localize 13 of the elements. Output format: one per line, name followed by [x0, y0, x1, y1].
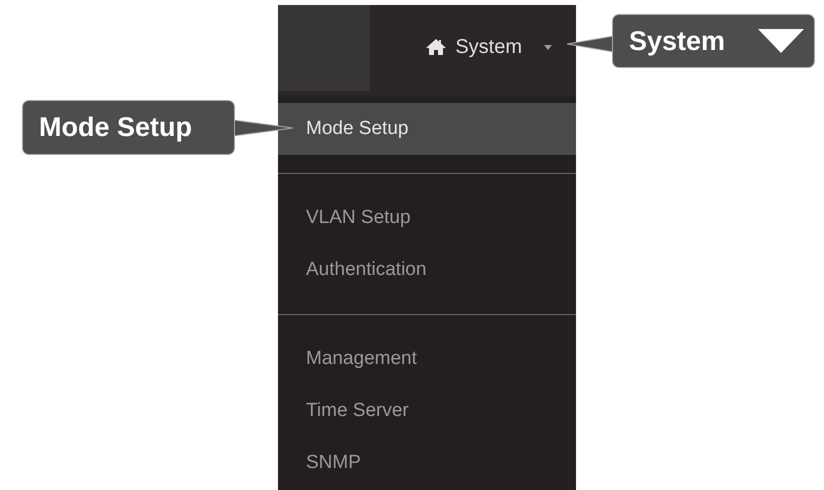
menu-item[interactable]: SNMP	[278, 437, 576, 489]
callout-text: System	[629, 26, 726, 56]
menu-item[interactable]: Mode Setup	[278, 103, 576, 155]
callout-text: Mode Setup	[39, 112, 192, 143]
menu-item[interactable]: Time Server	[278, 385, 576, 437]
menu-item[interactable]: VLAN Setup	[278, 192, 576, 244]
home-icon	[425, 38, 448, 56]
menu-item[interactable]: Authentication	[278, 244, 576, 296]
caret-icon	[758, 29, 804, 53]
nav-label: System	[455, 36, 522, 58]
menu-item[interactable]: Management	[278, 333, 576, 385]
caret-icon	[544, 44, 552, 50]
system-menu-button[interactable]: System	[421, 32, 556, 62]
